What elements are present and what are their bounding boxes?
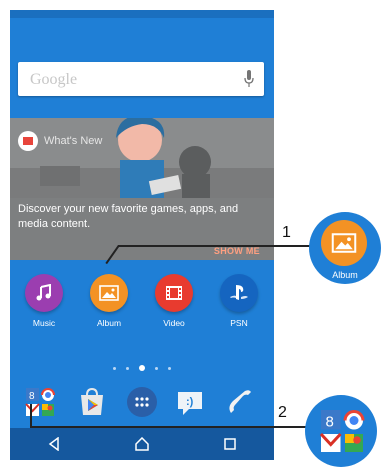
svg-text:8: 8 <box>326 414 334 431</box>
callout-number-1: 1 <box>282 224 291 241</box>
google-search-bar[interactable]: Google <box>18 62 264 96</box>
app-album[interactable]: Album <box>81 274 137 328</box>
app-label-psn: PSN <box>230 318 248 328</box>
callout-number-2: 2 <box>278 404 287 421</box>
whats-new-label: What's New <box>44 135 103 147</box>
google-folder-icon: 8 <box>319 410 365 452</box>
app-row: Music Album Video PSN <box>10 274 274 344</box>
google-folder-icon[interactable]: 8 <box>20 382 60 422</box>
page-indicator <box>10 364 274 372</box>
page-dot <box>155 366 158 370</box>
playstation-icon <box>220 274 258 312</box>
callout-line-2 <box>30 426 310 428</box>
whats-new-card[interactable]: What's New Discover your new favorite ga… <box>10 118 274 260</box>
status-bar <box>10 10 274 18</box>
whats-new-logo-icon <box>18 131 38 151</box>
album-zoom-callout: Album <box>309 212 381 284</box>
picture-icon <box>90 274 128 312</box>
page-dot <box>168 366 171 370</box>
app-psn[interactable]: PSN <box>211 274 267 328</box>
mic-icon[interactable] <box>244 70 254 88</box>
page-dot-active <box>139 365 145 371</box>
app-drawer-icon[interactable] <box>122 382 162 422</box>
whats-new-illustration <box>10 118 274 198</box>
show-me-button[interactable]: SHOW ME <box>214 246 260 256</box>
phone-icon[interactable] <box>220 382 260 422</box>
music-note-icon <box>25 274 63 312</box>
page-dot <box>126 366 129 370</box>
dock: 8 :) <box>10 380 274 426</box>
back-icon[interactable] <box>34 432 74 456</box>
navigation-bar <box>10 428 274 460</box>
page-dot <box>113 366 116 370</box>
picture-icon <box>321 220 367 266</box>
recents-icon[interactable] <box>210 432 250 456</box>
film-icon <box>155 274 193 312</box>
callout-line-1 <box>118 245 313 247</box>
app-label-video: Video <box>163 318 185 328</box>
svg-text::): :) <box>186 396 194 408</box>
app-label-album: Album <box>96 318 122 328</box>
album-zoom-label: Album <box>332 270 358 280</box>
svg-text:8: 8 <box>29 391 35 402</box>
callout-leader-2 <box>30 404 32 426</box>
whats-new-description: Discover your new favorite games, apps, … <box>18 203 239 230</box>
app-video[interactable]: Video <box>146 274 202 328</box>
play-store-icon[interactable] <box>72 382 112 422</box>
whats-new-brand: What's New <box>18 131 102 151</box>
google-folder-zoom-callout: 8 <box>305 395 377 467</box>
search-placeholder: Google <box>30 71 78 88</box>
home-icon[interactable] <box>122 432 162 456</box>
phone-screen: Google What's New Discover your new favo… <box>10 10 274 460</box>
messaging-icon[interactable]: :) <box>170 382 210 422</box>
app-music[interactable]: Music <box>16 274 72 328</box>
app-label-music: Music <box>32 318 56 328</box>
